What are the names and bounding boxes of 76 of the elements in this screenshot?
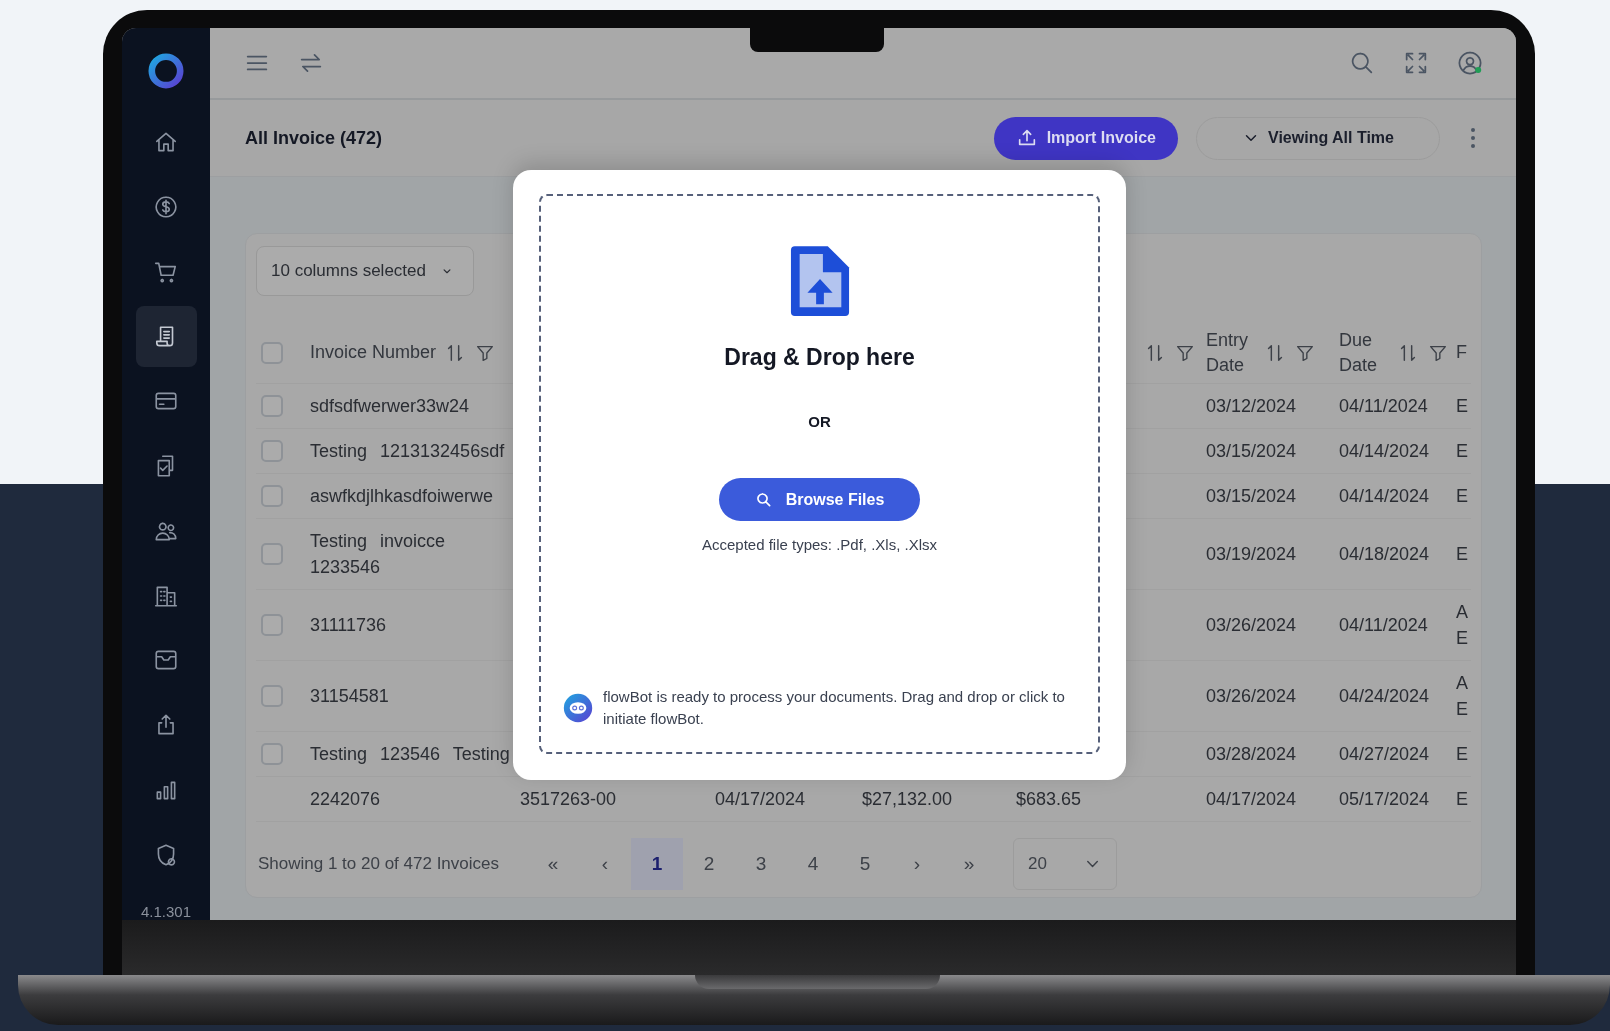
table-cell-text: 03/19/2024: [1205, 543, 1298, 566]
import-invoice-button[interactable]: Import Invoice: [993, 116, 1178, 160]
select-all-checkbox[interactable]: [261, 341, 283, 364]
table-cell-text: 04/14/2024: [1338, 485, 1431, 508]
table-cell-text: 03/26/2024: [1205, 614, 1298, 637]
pagination-summary: Showing 1 to 20 of 472 Invoices: [258, 854, 499, 874]
table-cell-text: Testing invoicce 1233546: [309, 530, 447, 579]
table-cell-text: 04/17/2024: [714, 788, 807, 811]
drop-zone-title: Drag & Drop here: [724, 344, 915, 371]
version-label: 4.1.301: [140, 903, 191, 920]
table-cell-text: 31154581: [309, 685, 390, 708]
next-page-button[interactable]: ›: [891, 838, 943, 890]
table-cell-text: $27,132.00: [861, 788, 954, 811]
last-page-button[interactable]: »: [943, 838, 995, 890]
row-checkbox[interactable]: [261, 614, 283, 636]
table-cell-text: 05/17/2024: [1338, 788, 1431, 811]
table-cell-text: 31111736: [309, 614, 388, 637]
table-cell-text: 04/11/2024: [1338, 614, 1429, 637]
table-cell-text: A E: [1456, 601, 1469, 650]
table-cell-text: 03/15/2024: [1205, 485, 1298, 508]
file-upload-icon: [788, 244, 851, 318]
table-cell-text: E: [1456, 395, 1469, 418]
table-cell-text: 03/15/2024: [1205, 440, 1298, 463]
table-cell-text: sdfsdfwerwer33w24: [309, 395, 471, 418]
previous-page-button[interactable]: ‹: [579, 838, 631, 890]
column-header: F: [1456, 342, 1467, 363]
separator-label: OR: [808, 413, 831, 430]
table-cell-text: 3517263-00: [519, 788, 618, 811]
table-cell-text: 04/24/2024: [1338, 685, 1431, 708]
table-cell-text: 2242076: [309, 788, 382, 811]
page-button[interactable]: 5: [839, 838, 891, 890]
search-icon: [754, 490, 773, 509]
table-cell-text: E: [1456, 543, 1469, 566]
page-button[interactable]: 1: [631, 838, 683, 890]
table-cell-text: 03/26/2024: [1205, 685, 1298, 708]
column-header: Entry Date: [1206, 328, 1249, 377]
table-cell-text: 04/17/2024: [1205, 788, 1298, 811]
table-cell-text: A E: [1456, 672, 1469, 721]
bot-message: flowBot is ready to process your documents. Drag and drop or click to initiate flowBot.: [603, 687, 1066, 729]
first-page-button[interactable]: «: [527, 838, 579, 890]
table-cell-text: 04/18/2024: [1338, 543, 1431, 566]
table-cell-text: Testing 123546 Testing: [309, 743, 510, 766]
row-checkbox[interactable]: [261, 485, 283, 507]
sidebar-item[interactable]: [135, 306, 197, 367]
browse-files-button[interactable]: Browse Files: [719, 478, 920, 521]
page-button[interactable]: 2: [683, 838, 735, 890]
table-cell-text: E: [1456, 485, 1469, 508]
drop-zone[interactable]: Drag & Drop here OR Browse Files Accepted file types: .Pdf, .Xls, .Xlsx flowBot is ready to process your documents. Drag and drop or click to initiate flowBot.: [539, 194, 1100, 754]
table-cell-text: 04/11/2024: [1338, 395, 1429, 418]
table-cell-text: 04/14/2024: [1338, 440, 1431, 463]
table-cell-text: E: [1456, 743, 1469, 766]
row-checkbox[interactable]: [261, 685, 283, 707]
column-header: Invoice Number: [310, 342, 437, 363]
page-button[interactable]: 3: [735, 838, 787, 890]
row-checkbox[interactable]: [261, 543, 283, 565]
table-cell-text: E: [1456, 440, 1469, 463]
table-cell-text: 04/27/2024: [1338, 743, 1431, 766]
columns-dropdown[interactable]: 10 columns selected: [256, 246, 474, 296]
row-checkbox[interactable]: [261, 440, 283, 462]
page-button[interactable]: 4: [787, 838, 839, 890]
row-checkbox[interactable]: [261, 395, 283, 417]
table-cell-text: aswfkdjlhkasdfoiwerwe: [309, 485, 495, 508]
accepted-types-note: Accepted file types: .Pdf, .Xls, .Xlsx: [701, 536, 938, 553]
row-checkbox[interactable]: [261, 743, 283, 765]
logo-icon: [147, 52, 185, 90]
column-header: Due Date: [1339, 328, 1379, 377]
table-cell-text: Testing 1213132456sdf: [309, 440, 506, 463]
page-size-dropdown[interactable]: 20: [1013, 838, 1117, 890]
table-cell-text: 03/28/2024: [1205, 743, 1298, 766]
page-title: All Invoice (472): [245, 127, 384, 149]
dollar-icon: [153, 194, 179, 220]
user-icon: [1456, 49, 1484, 77]
table-cell-text: E: [1456, 788, 1469, 811]
more-options-icon[interactable]: [1470, 127, 1476, 149]
table-cell-text: 03/12/2024: [1205, 395, 1298, 418]
table-cell-text: $683.65: [1015, 788, 1083, 811]
